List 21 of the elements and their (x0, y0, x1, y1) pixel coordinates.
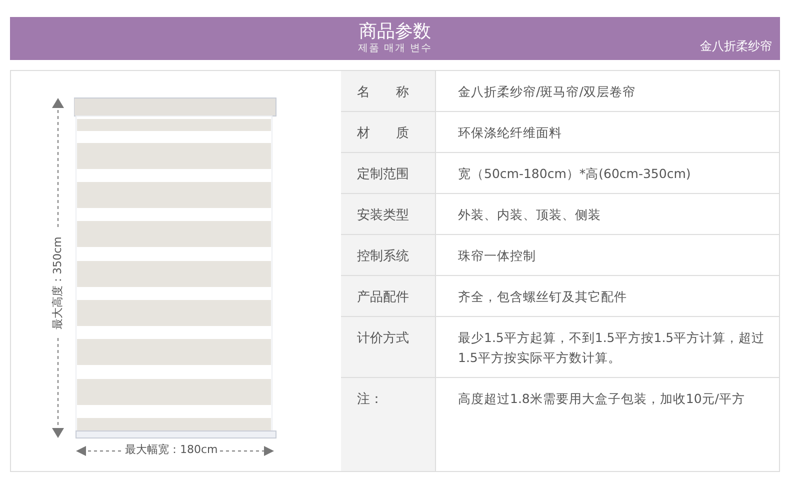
spec-value: 外装、内装、顶装、侧装 (457, 206, 602, 224)
spec-label: 材 质 (341, 112, 436, 152)
spec-label: 控制系统 (341, 235, 436, 275)
section-subtitle: 제품 매개 변수 (358, 42, 432, 55)
height-label: 最大高度：350cm (51, 228, 65, 338)
spec-label: 计价方式 (341, 317, 436, 377)
spec-value: 宽（50cm-180cm）*高(60cm-350cm) (457, 165, 692, 183)
spec-value: 环保涤纶纤维面料 (457, 124, 563, 142)
section-title: 商品参数 (358, 21, 431, 42)
spec-value: 金八折柔纱帘/斑马帘/双层卷帘 (457, 83, 636, 101)
product-name: 金八折柔纱帘 (700, 38, 772, 55)
width-label: 最大幅宽：180cm (123, 443, 220, 457)
spec-value: 高度超过1.8米需要用大盒子包装，加收10元/平方 (457, 390, 746, 408)
spec-value: 最少1.5平方起算，不到1.5平方按1.5平方计算，超过1.5平方按实际平方数计算。 (457, 329, 766, 367)
spec-label: 产品配件 (341, 276, 436, 316)
spec-label: 定制范围 (341, 153, 436, 193)
spec-label: 名 称 (341, 71, 436, 111)
spec-label: 注： (341, 378, 436, 471)
spec-value: 齐全，包含螺丝钉及其它配件 (457, 288, 628, 306)
spec-value: 珠帘一体控制 (457, 247, 537, 265)
spec-label: 安装类型 (341, 194, 436, 234)
